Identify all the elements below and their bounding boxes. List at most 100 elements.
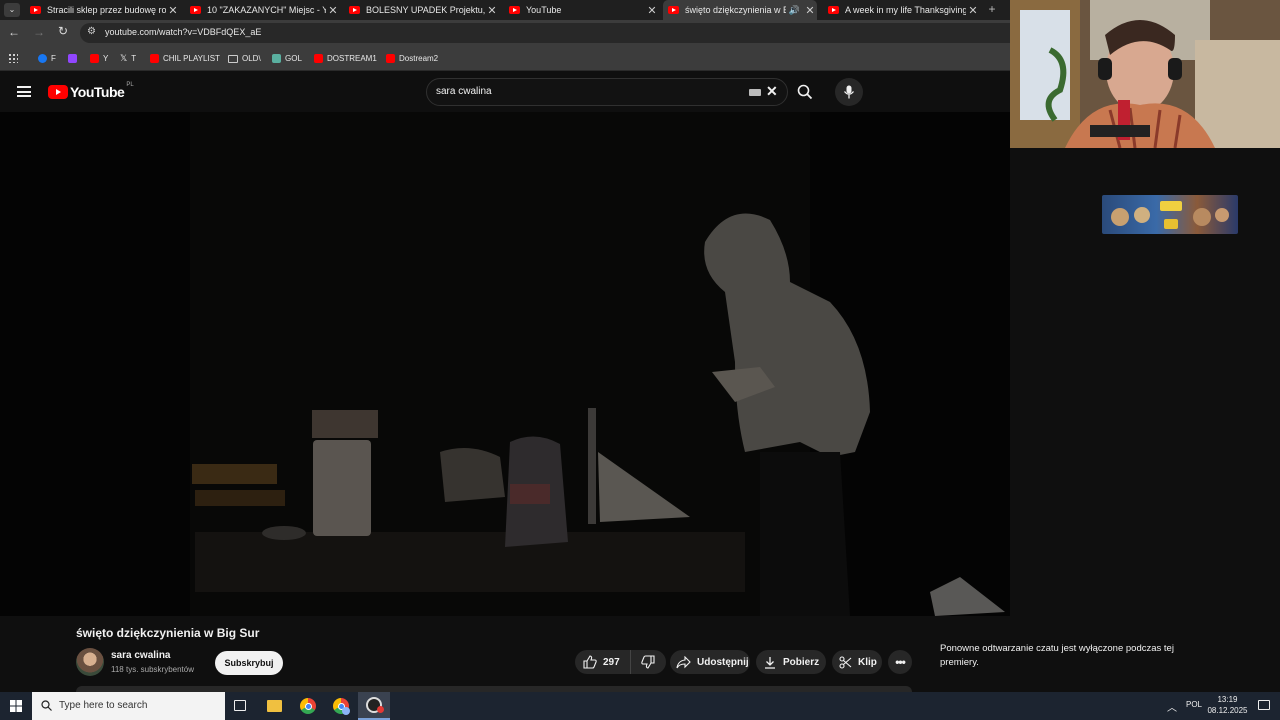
input-language[interactable]: POL (1186, 700, 1202, 709)
bookmark-gol[interactable]: GOL (272, 52, 302, 65)
dislike-button[interactable] (631, 650, 665, 674)
bookmark-old[interactable]: OLD\ (228, 52, 261, 65)
start-button[interactable] (0, 692, 32, 720)
apps-grid-icon[interactable] (8, 53, 18, 63)
site-info-icon[interactable]: ⚙ (87, 26, 96, 37)
active-app-button[interactable] (358, 692, 390, 720)
youtube-logo[interactable]: YouTube PL (48, 82, 134, 101)
download-icon (765, 656, 775, 669)
search-icon (41, 700, 52, 711)
close-icon[interactable]: ✕ (645, 4, 659, 17)
tab-title: święto dziękczynienia w Big (685, 5, 786, 15)
search-input[interactable]: sara cwalina (436, 86, 492, 97)
chat-replay-notice: Ponowne odtwarzanie czatu jest wyłączone… (940, 643, 1174, 668)
clock[interactable]: 13:19 08.12.2025 (1205, 694, 1250, 716)
channel-name[interactable]: sara cwalina (111, 650, 170, 661)
clip-label: Klip (858, 656, 877, 668)
youtube-favicon-icon (30, 6, 41, 14)
close-icon[interactable]: ✕ (326, 4, 340, 17)
clock-date: 08.12.2025 (1207, 706, 1248, 715)
bookmark-label: Dostream2 (399, 54, 439, 63)
bookmark-dostream1[interactable]: DOSTREAM1 (314, 52, 377, 65)
bookmark-label: OLD\ (242, 54, 261, 63)
tab-title: 10 "ZAKAZANYCH" Miejsc - Yo (207, 5, 326, 15)
facebook-icon (38, 54, 47, 63)
bookmarks-bar: F Y 𝕏 T CHIL PLAYLIST OLD\ GOL DOSTREAM1… (0, 46, 1010, 71)
x-logo-icon: 𝕏 (120, 53, 128, 63)
bookmark-f[interactable]: F (38, 52, 56, 65)
windows-taskbar: Type here to search ︿ POL 13:19 08.12.20… (0, 692, 1280, 720)
forward-arrow-icon[interactable]: → (33, 25, 45, 39)
tab-search-button[interactable]: ⌄ (4, 3, 20, 17)
taskbar-search-box[interactable]: Type here to search (32, 692, 225, 720)
notifications-icon[interactable] (1258, 700, 1270, 710)
clear-search-icon[interactable]: ✕ (766, 83, 778, 100)
share-label: Udostępnij (697, 656, 749, 668)
subscribe-label: Subskrybuj (224, 658, 274, 668)
chrome-icon[interactable] (300, 698, 316, 714)
thumbs-up-icon (583, 655, 597, 669)
tab-1[interactable]: Stracili sklep przez budowę ron ✕ (30, 0, 180, 20)
youtube-favicon-icon (190, 6, 201, 14)
speaker-icon[interactable]: 🔊 (789, 5, 800, 16)
tab-title: Stracili sklep przez budowę ron (47, 5, 166, 15)
new-tab-button[interactable]: + (985, 0, 999, 20)
close-icon[interactable]: ✕ (803, 4, 817, 17)
tab-6[interactable]: A week in my life Thanksgiving ✕ (828, 0, 980, 20)
share-arrow-icon (676, 655, 691, 668)
task-view-icon[interactable] (234, 700, 246, 711)
download-label: Pobierz (783, 656, 820, 668)
close-icon[interactable]: ✕ (485, 4, 499, 17)
tab-title: A week in my life Thanksgiving (845, 5, 966, 15)
youtube-region-label: PL (126, 82, 134, 88)
chevron-up-icon[interactable]: ︿ (1167, 699, 1177, 714)
bookmark-t[interactable]: 𝕏 T (120, 52, 136, 65)
keyboard-icon[interactable] (749, 89, 761, 96)
close-icon[interactable]: ✕ (966, 4, 980, 17)
thumbs-down-icon (641, 655, 655, 669)
tab-title: BOLESNY UPADEK Projektu, Kto (366, 5, 485, 15)
address-bar[interactable]: ⚙ youtube.com/watch?v=VDBFdQEX_aE (80, 23, 1010, 43)
youtube-logo-text: YouTube (70, 84, 125, 100)
recording-indicator-icon (377, 706, 384, 713)
more-horizontal-icon: ••• (895, 655, 906, 669)
search-button[interactable] (790, 78, 820, 106)
youtube-icon (150, 54, 159, 63)
browser-toolbar: ← → ↻ ⚙ youtube.com/watch?v=VDBFdQEX_aE (0, 20, 1010, 46)
like-dislike-group: 297 (575, 650, 666, 674)
bookmark-y[interactable]: Y (90, 52, 108, 65)
microphone-icon (843, 85, 855, 99)
address-text: youtube.com/watch?v=VDBFdQEX_aE (105, 27, 262, 37)
video-title: święto dziękczynienia w Big Sur (76, 626, 260, 640)
channel-avatar[interactable] (76, 648, 104, 676)
video-player[interactable] (0, 112, 1010, 616)
tab-5-active[interactable]: święto dziękczynienia w Big 🔊 ✕ (663, 0, 817, 20)
search-box[interactable]: sara cwalina ✕ (426, 78, 788, 106)
bookmark-label: F (51, 54, 56, 63)
like-button[interactable]: 297 (575, 650, 631, 674)
tab-3[interactable]: BOLESNY UPADEK Projektu, Kto ✕ (349, 0, 499, 20)
chrome-profile-icon[interactable] (333, 698, 350, 715)
close-icon[interactable]: ✕ (166, 4, 180, 17)
bookmark-twitch[interactable] (68, 52, 81, 65)
more-actions-button[interactable]: ••• (888, 650, 912, 674)
tab-4[interactable]: YouTube ✕ (509, 0, 659, 20)
tab-title: YouTube (526, 5, 562, 15)
subscribe-button[interactable]: Subskrybuj (215, 651, 283, 675)
hamburger-menu-icon[interactable] (17, 86, 31, 97)
bookmark-dostream2[interactable]: Dostream2 (386, 52, 438, 65)
ad-thumbnail-image[interactable] (1102, 195, 1238, 234)
file-explorer-icon[interactable] (267, 700, 282, 712)
bookmark-label: GOL (285, 54, 302, 63)
clip-button[interactable]: Klip (832, 650, 882, 674)
share-button[interactable]: Udostępnij (670, 650, 750, 674)
download-button[interactable]: Pobierz (756, 650, 826, 674)
voice-search-button[interactable] (835, 78, 863, 106)
back-arrow-icon[interactable]: ← (8, 25, 20, 39)
like-count: 297 (603, 656, 620, 668)
reload-icon[interactable]: ↻ (58, 24, 68, 38)
tab-2[interactable]: 10 "ZAKAZANYCH" Miejsc - Yo ✕ (190, 0, 340, 20)
bookmark-label: CHIL PLAYLIST (163, 54, 220, 63)
youtube-favicon-icon (509, 6, 520, 14)
bookmark-chil-playlist[interactable]: CHIL PLAYLIST (150, 52, 220, 65)
